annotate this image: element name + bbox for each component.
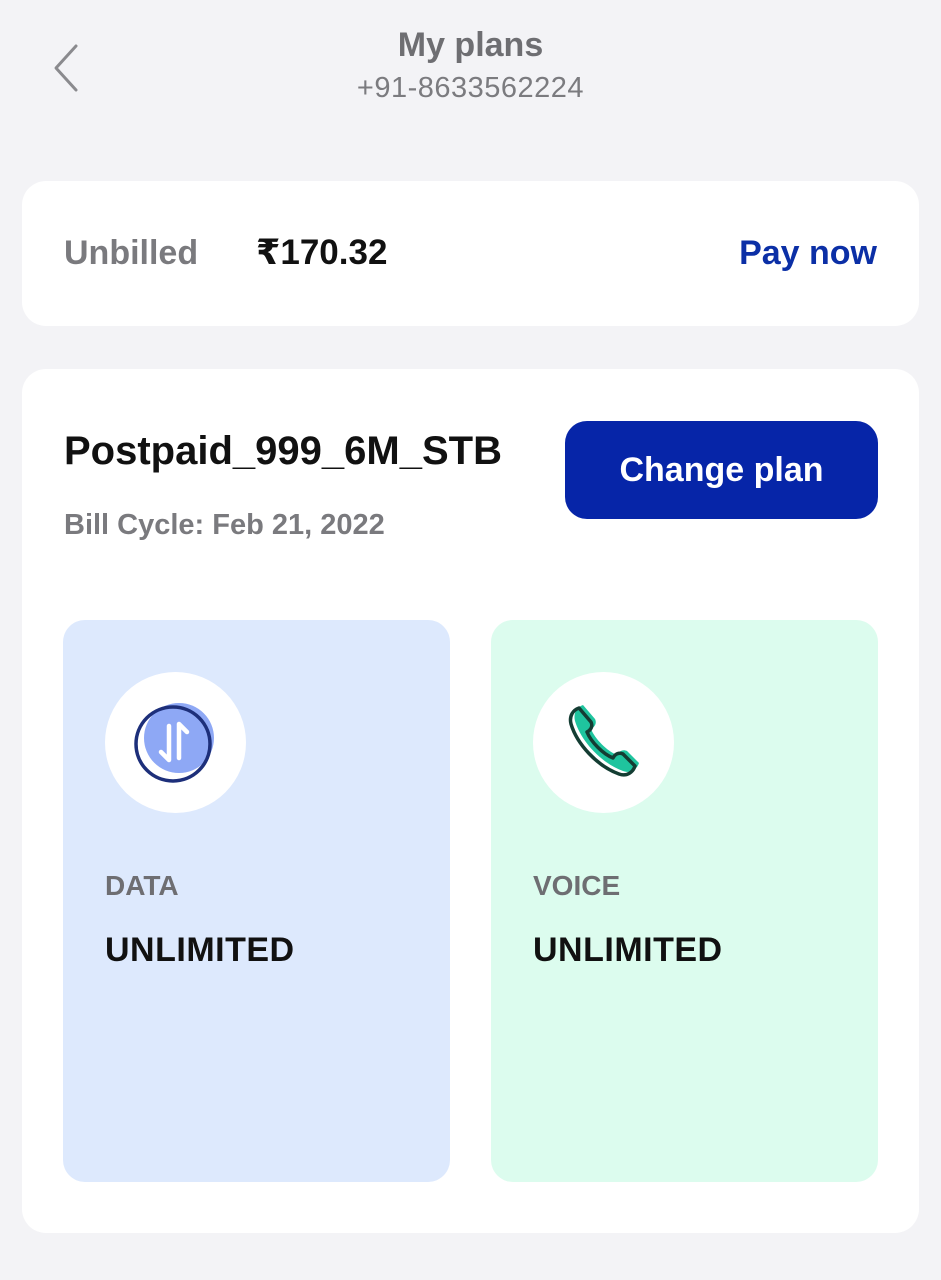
voice-benefit-tile: VOICE UNLIMITED (491, 620, 878, 1182)
phone-icon (568, 704, 639, 777)
plan-card: Postpaid_999_6M_STB Bill Cycle: Feb 21, … (22, 369, 919, 1233)
unbilled-amount: ₹170.32 (256, 233, 388, 272)
unbilled-label: Unbilled (64, 234, 199, 272)
phone-number: +91-8633562224 (356, 72, 585, 104)
data-value: UNLIMITED (105, 931, 295, 969)
data-transfer-icon (133, 702, 214, 783)
bill-cycle: Bill Cycle: Feb 21, 2022 (64, 509, 385, 541)
voice-label: VOICE (533, 870, 621, 901)
data-icon-container (105, 672, 246, 813)
unbilled-card: Unbilled ₹170.32 Pay now (22, 181, 919, 326)
data-label: DATA (105, 870, 179, 901)
voice-icon-container (533, 672, 674, 813)
page-title: My plans (397, 26, 544, 64)
change-plan-button[interactable]: Change plan (565, 421, 878, 519)
pay-now-link[interactable]: Pay now (739, 234, 877, 273)
voice-value: UNLIMITED (533, 931, 723, 969)
data-benefit-tile: DATA UNLIMITED (63, 620, 450, 1182)
plan-name: Postpaid_999_6M_STB (64, 429, 502, 473)
top-bar: My plans +91-8633562224 (0, 0, 941, 150)
